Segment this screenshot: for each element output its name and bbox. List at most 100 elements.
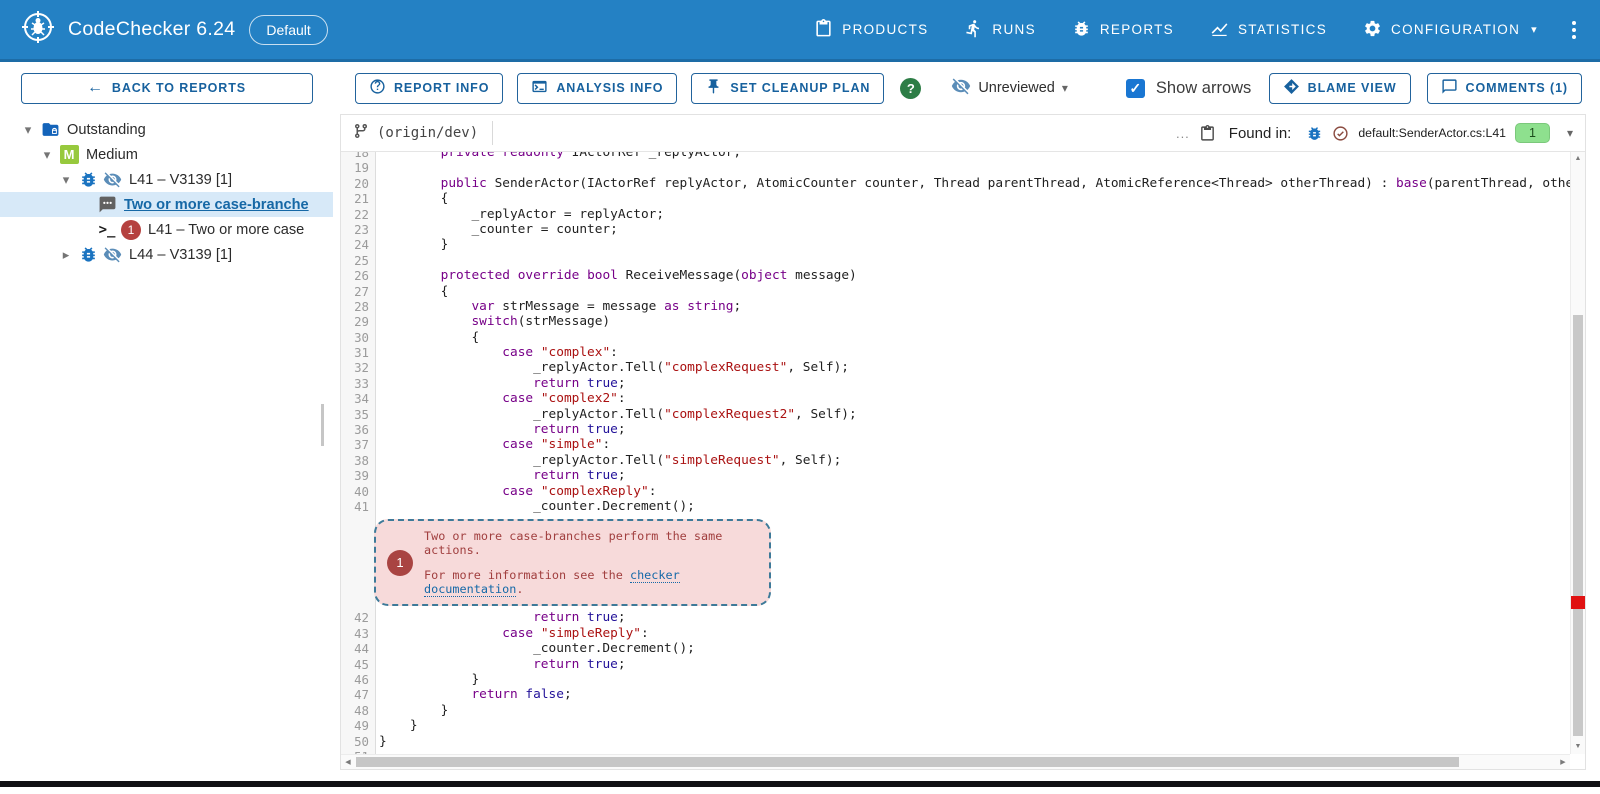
- horizontal-scrollbar-thumb[interactable]: [356, 757, 1459, 767]
- chevron-down-icon[interactable]: ▾: [56, 172, 76, 188]
- code-line: 48 }: [341, 703, 1570, 718]
- terminal-prompt-icon: >_: [95, 222, 119, 238]
- nav-item-label: REPORTS: [1100, 22, 1174, 37]
- eye-off-icon: [100, 170, 124, 189]
- code-text: _replyActor = replyActor;: [375, 207, 664, 222]
- tree-row[interactable]: ▾L41 – V3139 [1]: [0, 167, 333, 192]
- nav-item-configuration[interactable]: CONFIGURATION▾: [1363, 19, 1538, 41]
- code-text: }: [375, 703, 448, 718]
- tree-row[interactable]: ▾MMedium: [0, 142, 333, 167]
- code-text: public SenderActor(IActorRef replyActor,…: [375, 176, 1570, 191]
- code-line: 49 }: [341, 718, 1570, 733]
- tree-row[interactable]: ▾ Outstanding: [0, 117, 333, 142]
- blame-icon: [1283, 78, 1300, 98]
- review-status-select[interactable]: Unreviewed ▾: [951, 76, 1068, 101]
- chevron-down-icon[interactable]: ▾: [18, 122, 38, 138]
- line-number: 41: [341, 499, 375, 514]
- tree-label: Medium: [86, 147, 138, 163]
- tree-label: Two or more case-branche: [124, 197, 309, 213]
- scroll-right-arrow-icon[interactable]: ▶: [1556, 755, 1570, 769]
- nav-menu: PRODUCTS RUNS REPORTS STATISTICS CONFIGURATI…: [814, 19, 1538, 41]
- detection-status-icon: [1332, 125, 1349, 142]
- line-number: 27: [341, 284, 375, 299]
- report-count-badge[interactable]: 1: [1515, 123, 1550, 143]
- eye-off-icon: [100, 245, 124, 264]
- code-line: 23 _counter = counter;: [341, 222, 1570, 237]
- checkbox-checked-icon[interactable]: ✓: [1126, 79, 1145, 98]
- chevron-down-icon[interactable]: ▾: [1567, 126, 1573, 140]
- report-position-marker: [1571, 596, 1585, 609]
- nav-item-products[interactable]: PRODUCTS: [814, 19, 928, 41]
- code-line: 26 protected override bool ReceiveMessag…: [341, 268, 1570, 283]
- code-line: 24 }: [341, 237, 1570, 252]
- code-text: {: [375, 191, 448, 206]
- code-text: _replyActor.Tell("simpleRequest", Self);: [375, 453, 841, 468]
- code-panel: (origin/dev) ... Found in: default:Sende…: [340, 114, 1586, 770]
- code-text: case "complex2":: [375, 391, 626, 406]
- line-number: 23: [341, 222, 375, 237]
- tree-label: Outstanding: [67, 122, 146, 138]
- comments-button[interactable]: COMMENTS (1): [1427, 73, 1582, 104]
- code-text: case "simpleReply":: [375, 626, 649, 641]
- code-line: 20 public SenderActor(IActorRef replyAct…: [341, 176, 1570, 191]
- scroll-down-arrow-icon[interactable]: ▼: [1571, 740, 1585, 754]
- code-text: case "complex":: [375, 345, 618, 360]
- configuration-icon: [1363, 19, 1382, 41]
- bug-icon: [76, 170, 100, 189]
- line-number: 21: [341, 191, 375, 206]
- nav-item-runs[interactable]: RUNS: [964, 19, 1035, 41]
- tree-label: L44 – V3139 [1]: [129, 247, 232, 263]
- vertical-scrollbar[interactable]: ▲ ▼: [1570, 152, 1585, 754]
- set-cleanup-plan-button[interactable]: SET CLEANUP PLAN: [691, 73, 884, 104]
- comments-icon: [1441, 78, 1458, 98]
- horizontal-scrollbar[interactable]: ◀ ▶: [341, 754, 1570, 769]
- tree-row[interactable]: Two or more case-branche: [0, 192, 333, 217]
- code-line: 36 return true;: [341, 422, 1570, 437]
- tree-row[interactable]: >_1L41 – Two or more case: [0, 217, 333, 242]
- code-text: private readonly IActorRef _replyActor;: [375, 152, 741, 160]
- pin-icon: [705, 78, 722, 98]
- line-number: 33: [341, 376, 375, 391]
- back-to-reports-button[interactable]: ← BACK TO REPORTS: [21, 73, 313, 104]
- nav-item-reports[interactable]: REPORTS: [1072, 19, 1174, 41]
- code-text: }: [375, 734, 387, 749]
- scroll-left-arrow-icon[interactable]: ◀: [341, 755, 355, 769]
- code-line: 18 private readonly IActorRef _replyActo…: [341, 152, 1570, 160]
- report-info-label: REPORT INFO: [394, 81, 489, 95]
- report-info-button[interactable]: REPORT INFO: [355, 73, 503, 104]
- help-circle-icon: [369, 78, 386, 98]
- line-number: 25: [341, 253, 375, 268]
- found-in-file[interactable]: default:SenderActor.cs:L41: [1358, 126, 1506, 140]
- more-menu-icon[interactable]: [1568, 17, 1580, 43]
- code-text: _replyActor.Tell("complexRequest2", Self…: [375, 407, 857, 422]
- terminal-icon: [531, 78, 548, 98]
- code-panel-header: (origin/dev) ... Found in: default:Sende…: [341, 115, 1585, 152]
- copy-path-icon[interactable]: [1199, 125, 1216, 142]
- tree-row[interactable]: ▸ L44 – V3139 [1]: [0, 242, 333, 267]
- vertical-scrollbar-thumb[interactable]: [1573, 315, 1583, 736]
- code-line: 37 case "simple":: [341, 437, 1570, 452]
- chevron-down-icon[interactable]: ▾: [37, 147, 57, 163]
- line-number: 28: [341, 299, 375, 314]
- blame-view-button[interactable]: BLAME VIEW: [1269, 73, 1411, 104]
- code-text: return true;: [375, 468, 626, 483]
- line-number: 38: [341, 453, 375, 468]
- scroll-up-arrow-icon[interactable]: ▲: [1571, 152, 1585, 166]
- product-badge[interactable]: Default: [249, 15, 327, 45]
- truncated-path: ...: [1176, 126, 1190, 141]
- code-line: 32 _replyActor.Tell("complexRequest", Se…: [341, 360, 1570, 375]
- blame-view-label: BLAME VIEW: [1308, 81, 1397, 95]
- statistics-icon: [1210, 19, 1229, 41]
- app-brand[interactable]: CodeChecker 6.24: [20, 9, 235, 50]
- cleanup-help-icon[interactable]: ?: [900, 78, 921, 99]
- line-number: 18: [341, 152, 375, 160]
- chevron-right-icon[interactable]: ▸: [56, 247, 76, 263]
- line-number: 48: [341, 703, 375, 718]
- sidebar-resize-handle[interactable]: [321, 404, 324, 446]
- nav-item-statistics[interactable]: STATISTICS: [1210, 19, 1327, 41]
- analysis-info-button[interactable]: ANALYSIS INFO: [517, 73, 677, 104]
- code-text: case "simple":: [375, 437, 610, 452]
- report-bubble: 1 Two or more case-branches perform the …: [374, 519, 771, 606]
- show-arrows-checkbox-group[interactable]: ✓ Show arrows: [1126, 79, 1251, 98]
- code-text: _counter.Decrement();: [375, 499, 695, 514]
